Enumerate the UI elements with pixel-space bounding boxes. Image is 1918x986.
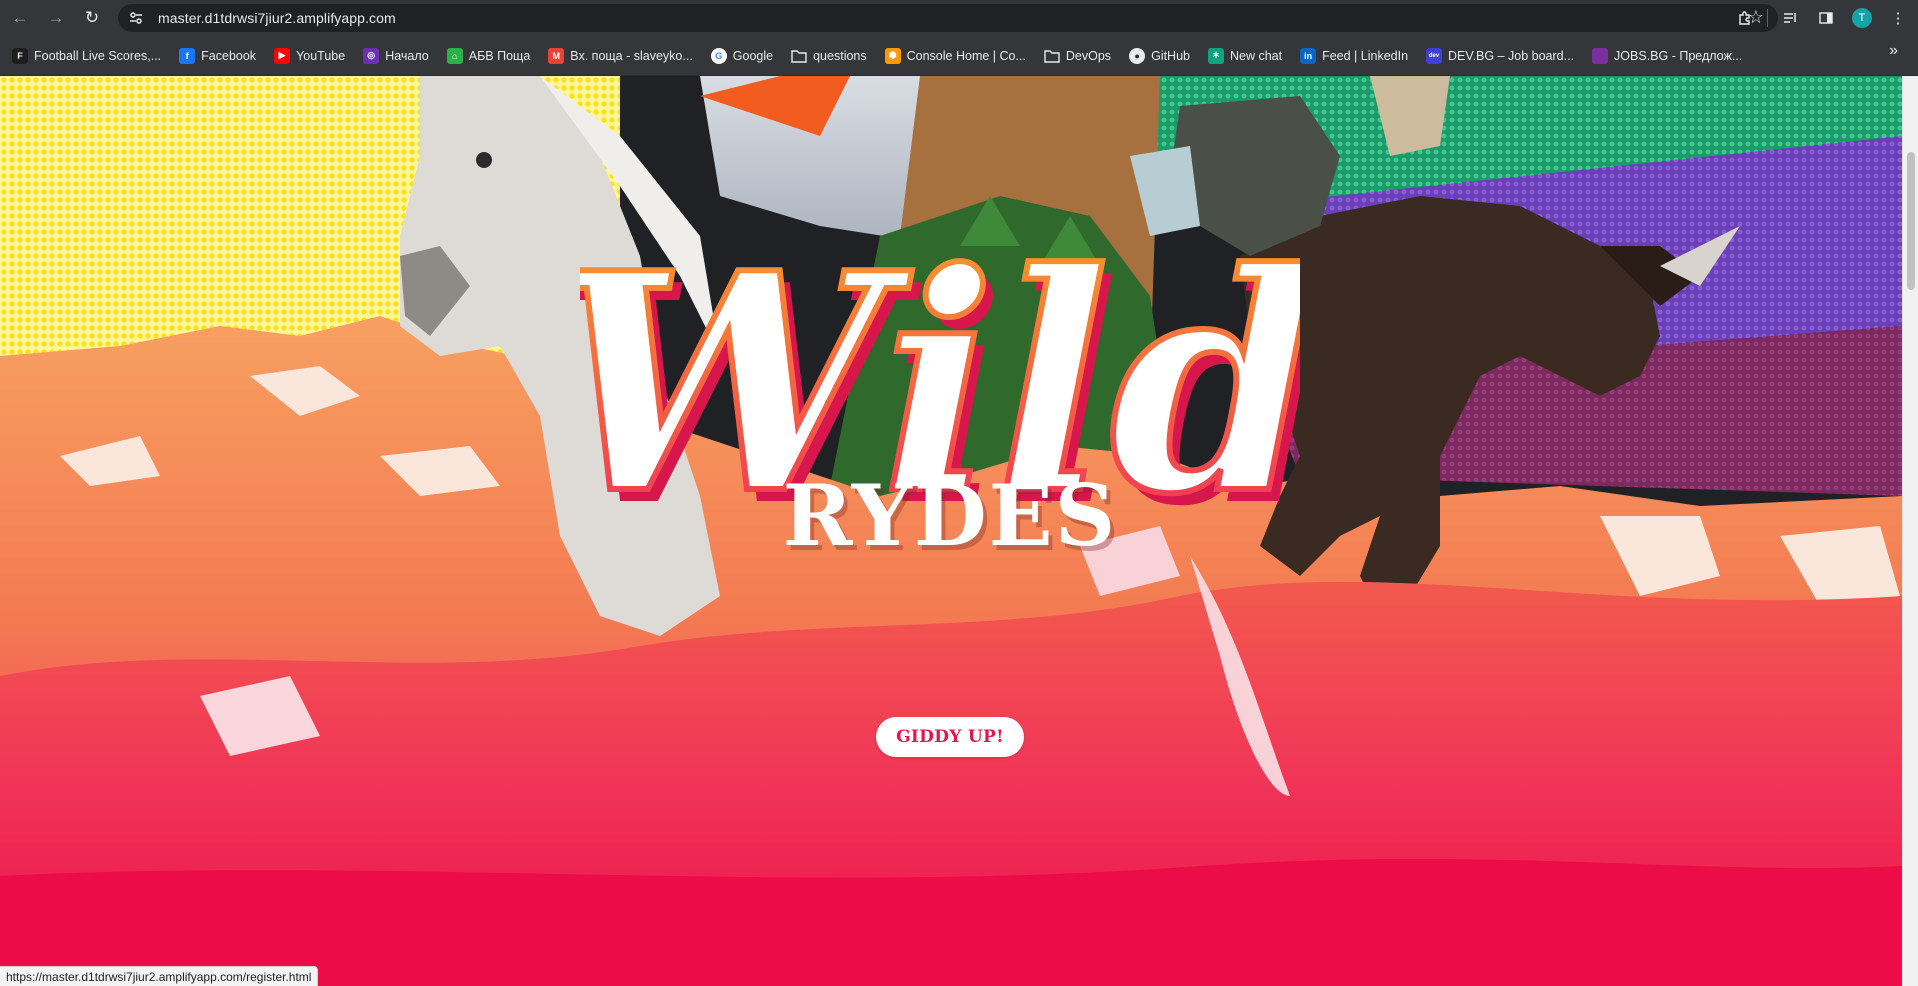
bookmark-label: DEV.BG – Job board... — [1448, 48, 1575, 63]
horse-eye — [476, 152, 492, 168]
extensions-button[interactable] — [1731, 4, 1759, 32]
queue-music-icon — [1784, 13, 1796, 23]
bookmark-label: Google — [732, 48, 774, 63]
bookmark-item[interactable]: dev DEV.BG – Job board... — [1422, 42, 1582, 70]
abv-icon: ⌂ — [446, 47, 463, 64]
toolbar-divider — [1767, 9, 1768, 27]
bookmark-label: JOBS.BG - Предлож... — [1614, 48, 1743, 63]
folder-icon — [791, 48, 807, 64]
address-bar[interactable]: master.d1tdrwsi7jiur2.amplifyapp.com ☆ — [118, 4, 1778, 32]
bookmark-label: GitHub — [1151, 48, 1190, 63]
bookmark-item[interactable]: in Feed | LinkedIn — [1296, 42, 1416, 70]
reload-button[interactable]: ↻ — [78, 4, 106, 32]
side-panel-button[interactable] — [1812, 4, 1840, 32]
bookmark-item[interactable]: JOBS.BG - Предлож... — [1588, 42, 1750, 70]
bookmark-label: questions — [813, 48, 867, 63]
bookmark-label: DevOps — [1065, 48, 1112, 63]
bookmark-item[interactable]: ⌂ АБВ Поща — [443, 42, 539, 70]
bookmark-label: New chat — [1229, 48, 1283, 63]
gmail-icon: M — [548, 47, 565, 64]
toolbar-right-actions: T ⋮ — [1731, 4, 1912, 32]
bookmark-item[interactable]: ◎ Начало — [359, 42, 437, 70]
bookmark-item[interactable]: M Вх. поща - slaveyko... — [544, 42, 701, 70]
arrow-left-icon: ← — [11, 8, 29, 27]
chrome-menu-button[interactable]: ⋮ — [1884, 4, 1912, 32]
profile-button[interactable]: T — [1848, 4, 1876, 32]
bookmarks-bar: F Football Live Scores,... f Facebook ▶ YouTu… — [0, 36, 1918, 76]
jobsbg-icon — [1592, 47, 1609, 64]
more-vert-icon: ⋮ — [1890, 10, 1906, 27]
browser-toolbar: ← → ↻ master.d1tdrwsi7jiur2.amplifyapp.c… — [0, 0, 1918, 36]
link-status-bar: https://master.d1tdrwsi7jiur2.amplifyapp… — [0, 966, 319, 986]
site-info-button[interactable] — [124, 6, 148, 30]
bookmark-item[interactable]: DevOps — [1040, 42, 1119, 70]
bookmark-label: Feed | LinkedIn — [1322, 48, 1409, 63]
forward-button[interactable]: → — [42, 4, 70, 32]
page-viewport: Wild Wild RYDES GIDDY UP! — [0, 76, 1902, 986]
bookmark-item[interactable]: ⬢ Console Home | Co... — [881, 42, 1034, 70]
back-button[interactable]: ← — [6, 4, 34, 32]
bookmark-label: Начало — [385, 48, 429, 63]
rydes-logo-text: RYDES — [782, 466, 1118, 565]
chatgpt-icon: ✶ — [1207, 47, 1224, 64]
linkedin-icon: in — [1300, 47, 1317, 64]
puzzle-icon — [1739, 11, 1750, 25]
url-text: master.d1tdrwsi7jiur2.amplifyapp.com — [158, 10, 396, 26]
bookmarks-overflow-icon[interactable]: » — [1889, 42, 1898, 60]
bookmark-label: АБВ Поща — [468, 48, 531, 63]
facebook-icon: f — [179, 47, 196, 64]
bookmark-item[interactable]: G Google — [707, 42, 781, 70]
bookmark-item[interactable]: ▶ YouTube — [270, 42, 353, 70]
media-controls-button[interactable] — [1776, 4, 1804, 32]
bookmark-item[interactable]: ✶ New chat — [1204, 42, 1290, 70]
arrow-right-icon: → — [47, 8, 65, 27]
scrollbar-thumb[interactable] — [1907, 152, 1915, 290]
folder-icon — [1044, 48, 1060, 64]
youtube-icon: ▶ — [274, 47, 291, 64]
avatar: T — [1852, 8, 1872, 28]
aws-icon: ⬢ — [884, 47, 901, 64]
side-panel-icon — [1819, 12, 1833, 24]
bookmark-item[interactable]: F Football Live Scores,... — [8, 42, 169, 70]
bookmark-label: Console Home | Co... — [906, 48, 1026, 63]
google-icon: G — [710, 47, 727, 64]
bookmark-item[interactable]: questions — [787, 42, 875, 70]
bookmark-label: Football Live Scores,... — [34, 48, 162, 63]
github-icon: ● — [1129, 47, 1146, 64]
bookmark-item[interactable]: f Facebook — [175, 42, 264, 70]
tune-icon — [130, 12, 142, 24]
bookmark-label: YouTube — [296, 48, 346, 63]
bookmark-item[interactable]: ● GitHub — [1125, 42, 1198, 70]
giddy-up-button[interactable]: GIDDY UP! — [876, 717, 1024, 757]
devbg-icon: dev — [1426, 47, 1443, 64]
bookmark-label: Facebook — [201, 48, 257, 63]
page-scrollbar[interactable] — [1902, 76, 1918, 986]
reload-icon: ↻ — [84, 8, 100, 27]
bookmark-label: Вх. поща - slaveyko... — [570, 48, 693, 63]
flashscore-icon: F — [12, 47, 28, 64]
start-icon: ◎ — [363, 47, 380, 64]
